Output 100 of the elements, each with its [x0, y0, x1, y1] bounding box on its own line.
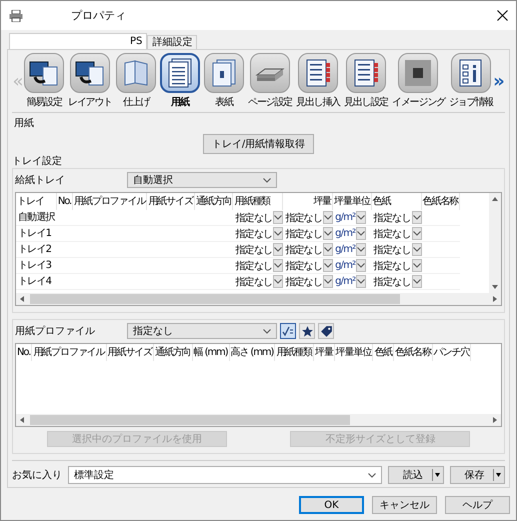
close-icon[interactable] [497, 10, 508, 21]
column-header[interactable]: 用紙プロファイル [73, 193, 148, 210]
column-header[interactable]: No. [16, 344, 32, 361]
dropdown-value[interactable]: g/m² [335, 228, 356, 239]
dropdown-value[interactable]: 指定なし [235, 274, 272, 288]
field-label: 用紙プロファイル [15, 324, 96, 338]
column-header[interactable]: 用紙プロファイル [32, 344, 107, 361]
scroll-left-icon[interactable] [19, 416, 25, 424]
dropdown-button[interactable] [412, 243, 422, 256]
column-header[interactable]: 用紙サイズ [106, 344, 154, 361]
square-icon [404, 59, 432, 87]
table-cell: トレイ1 [16, 226, 57, 242]
column-header[interactable]: 用紙種類 [275, 344, 314, 361]
dropdown-value[interactable]: 指定なし [285, 242, 322, 256]
dropdown-button[interactable] [273, 211, 284, 224]
column-header[interactable]: 色紙名称 [394, 344, 433, 361]
column-header[interactable]: 通紙方向 [194, 193, 234, 210]
table-cell: トレイ4 [16, 274, 57, 290]
scroll-right-icon[interactable] [492, 295, 498, 303]
dropdown-value[interactable]: g/m² [335, 276, 356, 287]
column-header[interactable]: 幅 (mm) [192, 344, 230, 361]
column-header[interactable]: 色紙名称 [422, 193, 460, 210]
horizontal-scrollbar[interactable] [16, 293, 501, 305]
column-header[interactable]: 高さ (mm) [230, 344, 276, 361]
dialog-button[interactable]: キャンセル [372, 496, 437, 514]
caret-icon [432, 469, 440, 481]
window-title: プロパティ [70, 8, 127, 23]
dropdown-button[interactable] [356, 227, 366, 240]
column-header[interactable]: 用紙サイズ [147, 193, 195, 210]
dialog-button[interactable]: ヘルプ [445, 496, 510, 514]
dropdown-value[interactable]: 指定なし [235, 258, 272, 272]
group-title: トレイ設定 [12, 154, 63, 168]
scroll-down-icon[interactable] [491, 284, 499, 290]
favorites-label: お気に入り [12, 468, 62, 482]
dropdown-value[interactable]: 指定なし [285, 226, 322, 240]
split-button[interactable]: 読込 [388, 466, 444, 484]
paper-profile-dropdown[interactable]: 指定なし [127, 323, 277, 339]
feed-tray-dropdown[interactable]: 自動選択 [127, 172, 277, 188]
column-header[interactable]: 坪量 [283, 193, 334, 210]
column-header[interactable]: 坪量 [314, 344, 335, 361]
table-cell: トレイ3 [16, 258, 57, 274]
dropdown-button[interactable] [412, 259, 422, 272]
column-header[interactable]: 坪量単位 [334, 344, 374, 361]
dropdown-value[interactable]: g/m² [335, 260, 356, 271]
dropdown-button[interactable] [273, 227, 284, 240]
column-header[interactable]: トレイ [16, 193, 57, 210]
field-label: 給紙トレイ [15, 174, 66, 187]
column-header[interactable]: 坪量単位 [333, 193, 372, 210]
dropdown-value[interactable]: 指定なし [235, 242, 272, 256]
dropdown-button[interactable] [323, 227, 334, 240]
dropdown-button[interactable] [323, 243, 334, 256]
dropdown-button[interactable] [323, 259, 334, 272]
dropdown-value[interactable]: 指定なし [285, 258, 322, 272]
dialog-button[interactable]: OK [299, 496, 364, 514]
toggle-button[interactable] [299, 323, 315, 339]
dropdown-value[interactable]: 指定なし [235, 210, 272, 224]
dropdown-button[interactable] [356, 275, 366, 288]
dropdown-value[interactable]: 指定なし [374, 258, 410, 272]
dropdown-value[interactable]: 指定なし [374, 242, 410, 256]
dropdown-button[interactable] [273, 275, 284, 288]
dropdown-value[interactable]: 指定なし [374, 226, 410, 240]
toggle-button[interactable] [318, 323, 334, 339]
dropdown-button[interactable] [273, 243, 284, 256]
column-header[interactable]: No. [56, 193, 74, 210]
dropdown-value[interactable]: 指定なし [374, 274, 410, 288]
dropdown-button[interactable] [273, 259, 284, 272]
tab[interactable]: PS [9, 33, 148, 49]
dropdown-value[interactable]: g/m² [335, 244, 356, 255]
toggle-button[interactable] [280, 323, 296, 339]
scroll-right-icon[interactable] [492, 416, 498, 424]
dropdown-button[interactable] [412, 211, 422, 224]
horizontal-scrollbar[interactable] [16, 414, 501, 426]
dropdown-value[interactable]: 指定なし [374, 210, 410, 224]
favorites-dropdown[interactable]: 標準設定 [68, 466, 382, 484]
dropdown-value[interactable]: 指定なし [285, 210, 322, 224]
dropdown-button[interactable] [356, 211, 366, 224]
dropdown-value[interactable]: 指定なし [285, 274, 322, 288]
scroll-right-button[interactable]: » [493, 70, 505, 92]
folded-pages-icon [122, 59, 150, 87]
fetch-tray-info-button[interactable]: トレイ/用紙情報取得 [202, 134, 314, 154]
column-header[interactable]: 用紙種類 [233, 193, 284, 210]
dropdown-value[interactable]: g/m² [335, 212, 356, 223]
vertical-scrollbar[interactable] [489, 193, 501, 293]
monitor-document-icon [29, 59, 59, 87]
dropdown-button[interactable] [356, 243, 366, 256]
scroll-left-icon[interactable] [19, 295, 25, 303]
dropdown-button[interactable] [356, 259, 366, 272]
dropdown-button[interactable] [412, 275, 422, 288]
tab[interactable]: 詳細設定 [147, 35, 198, 49]
dropdown-value[interactable]: 指定なし [235, 226, 272, 240]
dropdown-button[interactable] [323, 275, 334, 288]
split-button[interactable]: 保存 [450, 466, 505, 484]
column-header[interactable]: パンチ穴 [432, 344, 472, 361]
column-header[interactable]: 色紙 [372, 193, 422, 210]
scroll-up-icon[interactable] [491, 196, 499, 202]
column-header[interactable]: 通紙方向 [154, 344, 193, 361]
dropdown-button[interactable] [412, 227, 422, 240]
tag-icon [320, 324, 332, 338]
dropdown-button[interactable] [323, 211, 334, 224]
column-header[interactable]: 色紙 [373, 344, 394, 361]
